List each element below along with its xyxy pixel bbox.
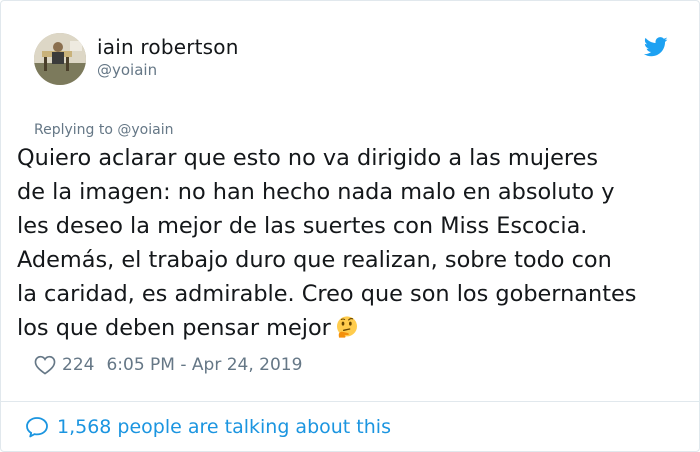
author-display-name[interactable]: iain robertson <box>97 35 239 59</box>
tweet-line: Además, el trabajo duro que realizan, so… <box>17 247 612 273</box>
tweet-meta: 224 6:05 PM - Apr 24, 2019 <box>34 353 302 377</box>
tweet-line: les deseo la mejor de las suertes con Mi… <box>17 213 588 239</box>
twitter-bird-icon[interactable] <box>644 37 668 57</box>
tweet-line: de la imagen: no han hecho nada malo en … <box>17 179 615 205</box>
divider <box>1 401 699 402</box>
heart-icon[interactable] <box>34 355 56 375</box>
like-count[interactable]: 224 <box>62 355 94 375</box>
thinking-face-emoji <box>336 316 357 338</box>
conversation-link[interactable]: 1,568 people are talking about this <box>25 416 391 438</box>
avatar[interactable] <box>34 33 86 85</box>
tweet-line: la caridad, es admirable. Creo que son l… <box>17 281 637 307</box>
tweet-card: iain robertson @yoiain Replying to @yoia… <box>0 0 700 452</box>
tweet-last-line: los que deben pensar mejor <box>17 311 693 345</box>
replying-to[interactable]: Replying to @yoiain <box>34 122 173 138</box>
avatar-image <box>34 33 86 85</box>
tweet-timestamp[interactable]: 6:05 PM - Apr 24, 2019 <box>106 355 302 375</box>
tweet-line: los que deben pensar mejor <box>17 315 331 341</box>
conversation-count-text[interactable]: 1,568 people are talking about this <box>57 416 391 438</box>
speech-bubble-icon <box>26 417 48 438</box>
tweet-text: Quiero aclarar que esto no va dirigido a… <box>17 141 693 345</box>
tweet-line: Quiero aclarar que esto no va dirigido a… <box>17 145 599 171</box>
author-handle[interactable]: @yoiain <box>97 61 157 79</box>
